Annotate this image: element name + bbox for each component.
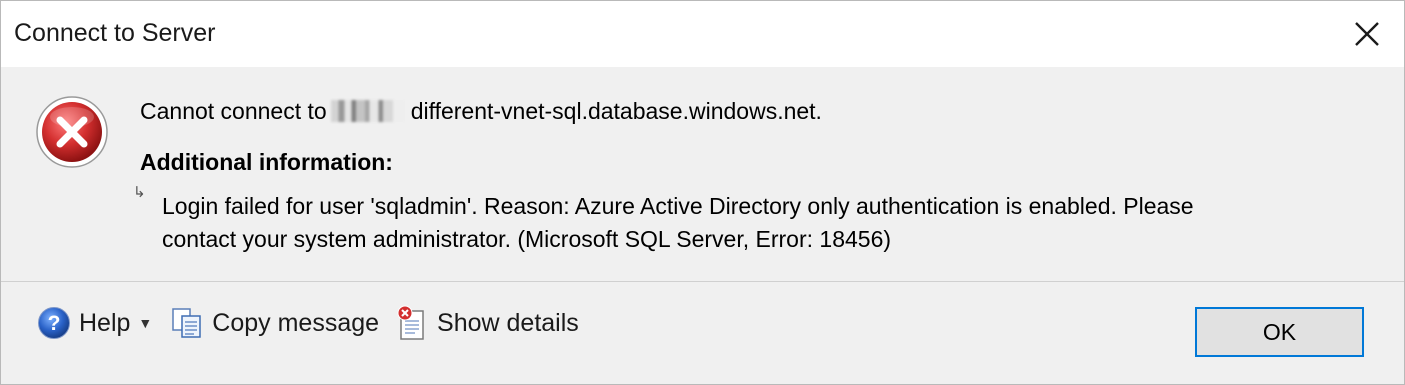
redacted-server-prefix <box>330 100 405 122</box>
chevron-down-icon[interactable]: ▼ <box>138 315 152 331</box>
copy-icon <box>172 308 202 338</box>
svg-text:?: ? <box>48 312 61 335</box>
help-button[interactable]: ? Help ▼ <box>37 306 160 340</box>
show-details-button[interactable]: Show details <box>395 304 579 342</box>
dialog-toolbar: ? Help ▼ Copy message Show details <box>37 301 579 345</box>
copy-message-button[interactable]: Copy message <box>170 306 379 340</box>
close-icon <box>1355 22 1379 46</box>
error-icon <box>35 95 109 169</box>
details-icon <box>397 305 424 340</box>
window-title: Connect to Server <box>14 19 216 47</box>
error-message: Cannot connect to different-vnet-sql.data… <box>140 98 822 125</box>
detail-line: Login failed for user 'sqladmin'. Reason… <box>162 193 1194 219</box>
connect-to-server-dialog: Connect to Server Cannot connect to diff… <box>0 0 1405 385</box>
close-button[interactable] <box>1344 11 1390 57</box>
separator <box>1 281 1404 282</box>
additional-info-heading: Additional information: <box>140 149 393 175</box>
title-bar: Connect to Server <box>1 1 1404 67</box>
detail-line: contact your system administrator. (Micr… <box>162 226 892 252</box>
help-label: Help <box>79 308 131 337</box>
sub-arrow-icon: ↳ <box>133 183 146 201</box>
message-prefix: Cannot connect to <box>140 98 327 124</box>
show-details-label: Show details <box>437 308 579 337</box>
server-name: different-vnet-sql.database.windows.net. <box>410 98 822 124</box>
error-details: Login failed for user 'sqladmin'. Reason… <box>162 190 1362 256</box>
ok-button[interactable]: OK <box>1195 307 1364 357</box>
copy-message-label: Copy message <box>212 308 380 337</box>
help-icon: ? <box>38 307 70 339</box>
